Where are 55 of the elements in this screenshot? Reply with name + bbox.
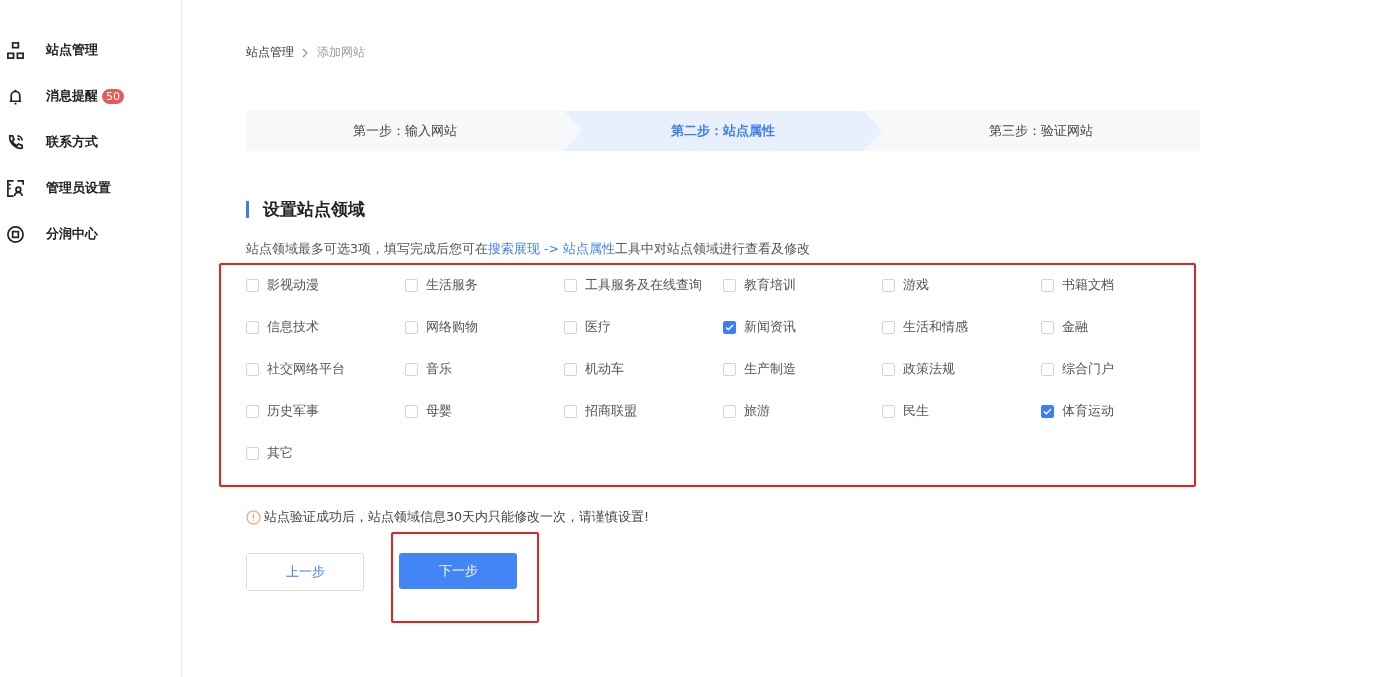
checkbox-label: 母婴	[426, 402, 452, 420]
sidebar-item[interactable]: 分润中心	[0, 211, 181, 257]
warning-text: 站点验证成功后，站点领域信息30天内只能修改一次，请谨慎设置!	[264, 509, 649, 526]
tool-link[interactable]: 搜索展现 -> 站点属性	[487, 241, 615, 256]
checkbox-label: 工具服务及在线查询	[585, 276, 702, 294]
phone-icon	[6, 132, 25, 152]
checkbox-label: 生活和情感	[903, 318, 968, 336]
checkbox-label: 招商联盟	[585, 402, 637, 420]
checkbox-label: 游戏	[903, 276, 929, 294]
checkbox-label: 机动车	[585, 360, 624, 378]
sidebar-label: 管理员设置	[46, 179, 111, 197]
count-badge: 50	[102, 89, 124, 104]
checkbox-label: 生活服务	[426, 276, 478, 294]
checkbox-label: 政策法规	[903, 360, 955, 378]
sidebar-label: 联系方式	[46, 133, 98, 151]
checkbox-label: 旅游	[744, 402, 770, 420]
checkbox-label: 音乐	[426, 360, 452, 378]
user-card-icon	[6, 178, 25, 198]
description-text: 站点领域最多可选3项，填写完成后您可在搜索展现 -> 站点属性工具中对站点领域进行查看及修改	[246, 241, 811, 258]
section-title: 设置站点领域	[246, 201, 1200, 218]
checkbox-label: 网络购物	[426, 318, 478, 336]
checkbox-label: 新闻资讯	[744, 318, 796, 336]
sitemap-icon	[6, 40, 25, 60]
checkbox-label: 信息技术	[267, 318, 319, 336]
checkbox[interactable]	[723, 320, 736, 334]
target-icon	[6, 224, 25, 244]
step: 第二步：站点属性	[564, 111, 882, 151]
checkbox[interactable]	[1041, 404, 1054, 418]
checkbox-label: 医疗	[585, 318, 611, 336]
sidebar-item[interactable]: 站点管理	[0, 27, 181, 73]
sidebar-item[interactable]: 消息提醒 50	[0, 73, 181, 119]
step: 第三步：验证网站	[882, 111, 1200, 151]
checkbox-label: 体育运动	[1062, 402, 1114, 420]
sidebar-item[interactable]: 联系方式	[0, 119, 181, 165]
checkbox-label: 教育培训	[744, 276, 796, 294]
checkbox-label: 民生	[903, 402, 929, 420]
breadcrumb-item[interactable]: 站点管理	[246, 44, 294, 61]
checkbox-label: 其它	[267, 444, 293, 462]
sidebar-label: 分润中心	[46, 225, 98, 243]
sidebar-label: 站点管理	[46, 41, 98, 59]
breadcrumb-item: 添加网站	[317, 44, 365, 61]
chevron-right-icon	[302, 47, 309, 58]
checkbox-label: 社交网络平台	[267, 360, 345, 378]
checkbox-label: 影视动漫	[267, 276, 319, 294]
checkbox-label: 金融	[1062, 318, 1088, 336]
step: 第一步：输入网站	[246, 111, 564, 151]
sidebar-item[interactable]: 管理员设置	[0, 165, 181, 211]
warning-icon	[246, 510, 261, 525]
checkbox-label: 综合门户	[1062, 360, 1114, 378]
next-button[interactable]: 下一步	[399, 553, 517, 589]
checkbox-label: 书籍文档	[1062, 276, 1114, 294]
checkbox-label: 历史军事	[267, 402, 319, 420]
checkbox-label: 生产制造	[744, 360, 796, 378]
back-button[interactable]: 上一步	[246, 553, 364, 591]
sidebar-label: 消息提醒 50	[46, 87, 124, 105]
